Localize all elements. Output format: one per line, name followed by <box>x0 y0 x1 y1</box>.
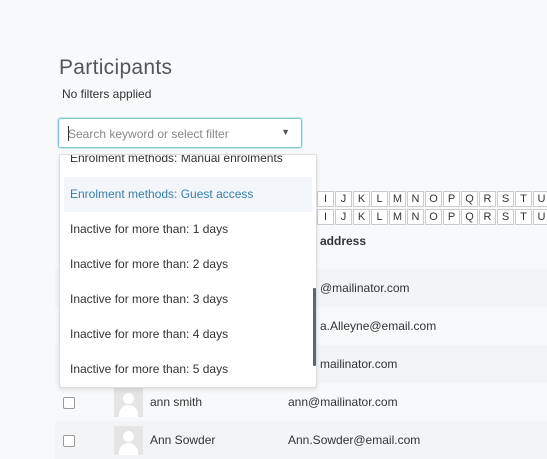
surname-initials-bar: I J K L M N O P Q R S T U <box>317 209 547 225</box>
dropdown-option[interactable]: Enrolment methods: Manual enrolments <box>64 155 312 176</box>
initial-letter[interactable]: M <box>389 209 406 225</box>
initial-letter[interactable]: U <box>533 209 547 225</box>
initial-letter[interactable]: T <box>515 209 532 225</box>
initial-letter[interactable]: Q <box>461 191 478 207</box>
initial-letter[interactable]: U <box>533 191 547 207</box>
dropdown-scrollbar[interactable] <box>313 288 316 366</box>
chevron-down-icon[interactable]: ▼ <box>281 127 290 137</box>
search-input[interactable] <box>68 125 268 143</box>
initial-letter[interactable]: M <box>389 191 406 207</box>
user-avatar[interactable] <box>114 426 143 455</box>
row-select-checkbox[interactable] <box>63 397 75 409</box>
initial-letter[interactable]: R <box>479 191 496 207</box>
initial-letter[interactable]: P <box>443 191 460 207</box>
dropdown-option[interactable]: Inactive for more than: 3 days <box>64 282 312 317</box>
initial-letter[interactable]: T <box>515 191 532 207</box>
initial-letter[interactable]: N <box>407 191 424 207</box>
initial-letter[interactable]: P <box>443 209 460 225</box>
initial-letter[interactable]: J <box>335 209 352 225</box>
email-cell: ann@mailinator.com <box>288 395 398 409</box>
initial-letter[interactable]: N <box>407 209 424 225</box>
email-column-header[interactable]: address <box>320 234 366 248</box>
initial-letter[interactable]: S <box>497 209 514 225</box>
user-avatar[interactable] <box>114 388 143 417</box>
filter-suggestions-dropdown: Enrolment methods: Manual enrolments Enr… <box>59 154 317 388</box>
initial-letter[interactable]: K <box>353 191 370 207</box>
page-title: Participants <box>59 56 173 79</box>
email-cell: Ann.Sowder@email.com <box>288 433 421 447</box>
initial-letter[interactable]: S <box>497 191 514 207</box>
initial-letter[interactable]: J <box>335 191 352 207</box>
dropdown-option[interactable]: Inactive for more than: 5 days <box>64 352 312 387</box>
filter-search-box[interactable]: ▼ <box>58 118 302 148</box>
dropdown-option[interactable]: Enrolment methods: Guest access <box>64 177 312 212</box>
email-cell: mailinator.com <box>320 357 398 371</box>
dropdown-option[interactable]: Inactive for more than: 2 days <box>64 247 312 282</box>
initial-letter[interactable]: O <box>425 209 442 225</box>
user-name-link[interactable]: ann smith <box>150 395 202 409</box>
initial-letter[interactable]: I <box>317 191 334 207</box>
dropdown-option[interactable]: Inactive for more than: 1 days <box>64 212 312 247</box>
initial-letter[interactable]: R <box>479 209 496 225</box>
initial-letter[interactable]: K <box>353 209 370 225</box>
dropdown-option[interactable]: Inactive for more than: 4 days <box>64 317 312 352</box>
initial-letter[interactable]: L <box>371 191 388 207</box>
filter-status: No filters applied <box>62 87 152 101</box>
initial-letter[interactable]: O <box>425 191 442 207</box>
user-name-link[interactable]: Ann Sowder <box>150 433 215 447</box>
initial-letter[interactable]: Q <box>461 209 478 225</box>
email-cell: @mailinator.com <box>320 281 410 295</box>
initial-letter[interactable]: I <box>317 209 334 225</box>
initial-letter[interactable]: L <box>371 209 388 225</box>
first-name-initials-bar: I J K L M N O P Q R S T U <box>317 191 547 207</box>
row-select-checkbox[interactable] <box>63 435 75 447</box>
email-cell: a.Alleyne@email.com <box>320 319 437 333</box>
text-cursor <box>68 126 69 141</box>
